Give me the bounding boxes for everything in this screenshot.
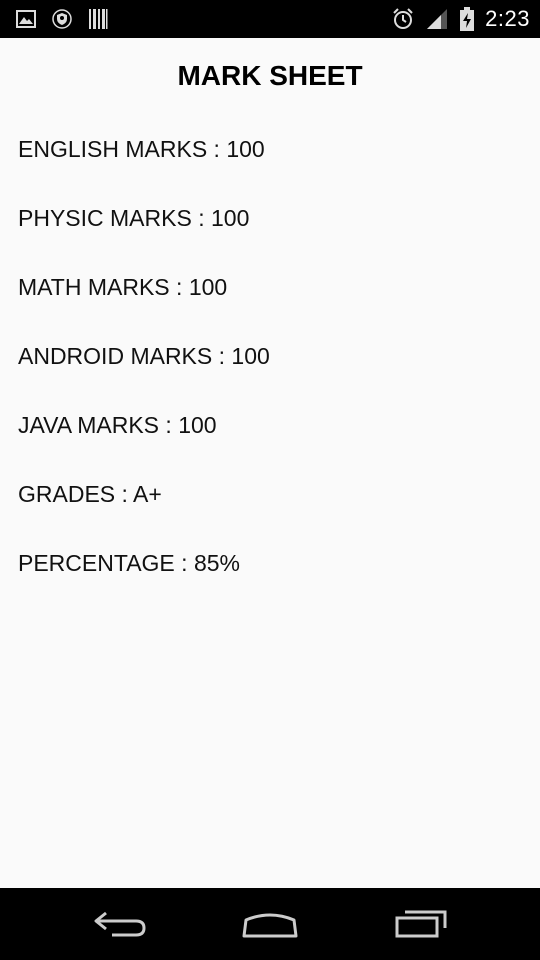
row-label: PERCENTAGE <box>18 550 175 576</box>
image-notification-icon <box>16 9 36 29</box>
notification-icons <box>16 8 108 30</box>
row-value: 100 <box>226 136 265 162</box>
row-separator: : <box>207 136 227 162</box>
row-value: 85% <box>193 550 240 576</box>
home-icon <box>240 908 300 945</box>
grades-row: GRADES : A+ <box>18 481 162 508</box>
page-title: MARK SHEET <box>177 60 363 91</box>
row-label: ANDROID MARKS <box>18 343 213 369</box>
row-label: GRADES <box>18 481 116 507</box>
recents-icon <box>393 908 449 945</box>
back-button[interactable] <box>85 906 155 946</box>
row-value: 100 <box>188 274 228 300</box>
row-value: 100 <box>178 412 217 438</box>
android-marks-row: ANDROID MARKS : 100 <box>18 343 270 370</box>
row-separator: : <box>159 412 179 438</box>
math-marks-row: MATH MARKS : 100 <box>18 274 227 301</box>
signal-icon <box>425 8 449 30</box>
java-marks-row: JAVA MARKS : 100 <box>18 412 217 439</box>
status-bar: 2:23 <box>0 0 540 38</box>
mark-sheet-screen: MARK SHEET ENGLISH MARKS : 100 PHYSIC MA… <box>0 38 540 888</box>
navigation-bar <box>0 888 540 960</box>
shield-notification-icon <box>52 9 72 29</box>
clock: 2:23 <box>485 6 530 31</box>
row-label: ENGLISH MARKS <box>18 136 208 162</box>
row-separator: : <box>169 274 189 300</box>
alarm-icon <box>391 7 415 31</box>
home-button[interactable] <box>235 906 305 946</box>
row-separator: : <box>191 205 211 231</box>
system-icons: 2:23 <box>391 6 530 32</box>
row-value: 100 <box>231 343 270 369</box>
physic-marks-row: PHYSIC MARKS : 100 <box>18 205 249 232</box>
row-label: PHYSIC MARKS <box>18 205 192 231</box>
row-separator: : <box>212 343 232 369</box>
row-separator: : <box>115 481 134 507</box>
row-separator: : <box>174 550 194 576</box>
recents-button[interactable] <box>386 906 456 946</box>
row-label: MATH MARKS <box>18 274 170 300</box>
row-value: A+ <box>133 481 162 507</box>
battery-charging-icon <box>459 7 475 31</box>
barcode-notification-icon <box>88 8 108 30</box>
row-label: JAVA MARKS <box>18 412 160 438</box>
back-arrow-icon <box>92 907 148 946</box>
english-marks-row: ENGLISH MARKS : 100 <box>18 136 265 163</box>
percentage-row: PERCENTAGE : 85% <box>18 550 240 577</box>
row-value: 100 <box>211 205 250 231</box>
